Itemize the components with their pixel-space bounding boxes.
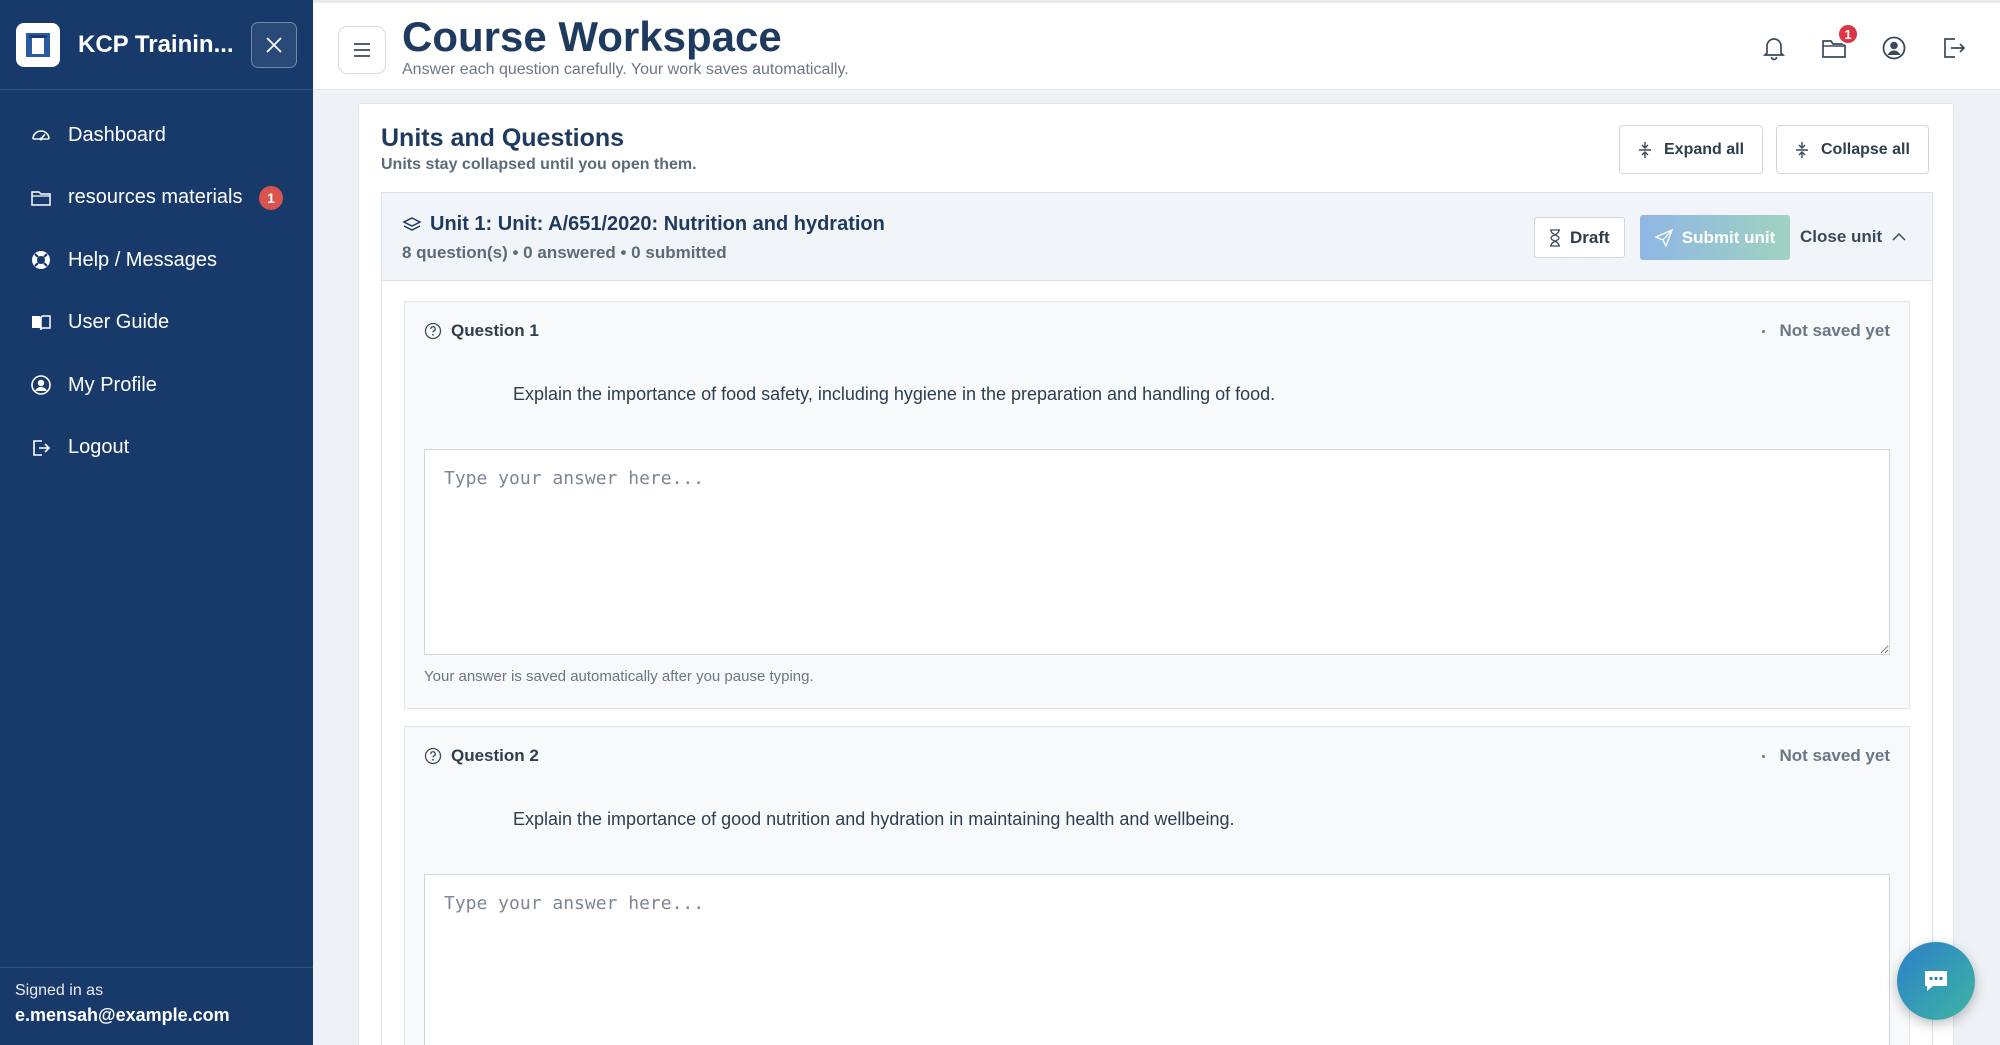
logout-icon xyxy=(1944,38,1966,58)
question-header: Question 1 xyxy=(424,321,539,341)
question-circle-icon xyxy=(424,747,442,765)
folder-badge: 1 xyxy=(1837,23,1859,45)
collapse-icon xyxy=(1795,141,1809,159)
hamburger-icon xyxy=(354,43,370,57)
sidebar-item-user-guide[interactable]: User Guide xyxy=(0,292,313,355)
draft-label: Draft xyxy=(1570,227,1610,247)
sidebar-item-resources[interactable]: resources materials 1 xyxy=(0,167,313,230)
chevron-up-icon xyxy=(1892,232,1906,242)
sidebar: KCP Trainin... Dashboard resources mater… xyxy=(0,0,313,1045)
save-status-text: Not saved yet xyxy=(1779,746,1890,765)
brand-name[interactable]: KCP Trainin... xyxy=(78,31,238,59)
sidebar-nav: Dashboard resources materials 1 Help / M… xyxy=(0,90,313,479)
save-status: Not saved yet xyxy=(1762,321,1890,341)
save-status-text: Not saved yet xyxy=(1779,321,1890,340)
menu-toggle-button[interactable] xyxy=(338,26,386,74)
submit-unit-button[interactable]: Submit unit xyxy=(1640,215,1790,260)
panel-subtitle: Units stay collapsed until you open them… xyxy=(381,156,697,173)
question-card: Question 1 Not saved yet Explain the imp… xyxy=(404,301,1910,709)
close-sidebar-button[interactable] xyxy=(251,21,297,68)
collapse-all-label: Collapse all xyxy=(1821,140,1910,158)
sidebar-item-label: Help / Messages xyxy=(68,248,217,271)
sidebar-item-label: Logout xyxy=(68,436,130,459)
folder-icon xyxy=(30,187,52,209)
sidebar-item-dashboard[interactable]: Dashboard xyxy=(0,104,313,167)
lifebuoy-icon xyxy=(30,249,52,271)
save-status: Not saved yet xyxy=(1762,746,1890,766)
question-card: Question 2 Not saved yet Explain the imp… xyxy=(404,726,1910,1045)
question-header: Question 2 xyxy=(424,746,539,766)
unit-header[interactable]: Unit 1: Unit: A/651/2020: Nutrition and … xyxy=(382,193,1932,281)
page-subtitle: Answer each question carefully. Your wor… xyxy=(402,61,849,78)
signed-in-label: Signed in as xyxy=(15,982,104,999)
question-label: Question 1 xyxy=(451,321,539,340)
sidebar-item-my-profile[interactable]: My Profile xyxy=(0,354,313,417)
sidebar-header: KCP Trainin... xyxy=(0,0,313,90)
units-panel: Units and Questions Units stay collapsed… xyxy=(358,103,1954,1045)
page-title: Course Workspace xyxy=(402,13,782,60)
sidebar-item-label: My Profile xyxy=(68,373,157,396)
status-dot xyxy=(1762,329,1766,333)
sidebar-item-label: Dashboard xyxy=(68,123,166,146)
hourglass-icon xyxy=(1549,228,1561,247)
signed-in-footer: Signed in as e.mensah@example.com xyxy=(0,967,313,1045)
expand-icon xyxy=(1638,141,1652,159)
unit-meta: 8 question(s) • 0 answered • 0 submitted xyxy=(402,243,727,262)
close-unit-label: Close unit xyxy=(1800,227,1883,246)
collapse-all-button[interactable]: Collapse all xyxy=(1776,125,1929,174)
chat-bubble-icon xyxy=(1925,971,1947,991)
sidebar-item-label: User Guide xyxy=(68,311,170,334)
close-unit-button[interactable]: Close unit xyxy=(1800,227,1906,247)
signed-in-email: e.mensah@example.com xyxy=(15,1005,230,1025)
answer-textarea[interactable] xyxy=(424,874,1890,1045)
user-circle-icon xyxy=(30,374,52,396)
unit-title: Unit 1: Unit: A/651/2020: Nutrition and … xyxy=(402,213,885,236)
draft-status-button[interactable]: Draft xyxy=(1534,217,1625,258)
sidebar-item-logout[interactable]: Logout xyxy=(0,417,313,480)
close-icon xyxy=(266,36,282,53)
status-dot xyxy=(1762,754,1766,758)
send-icon xyxy=(1654,228,1673,247)
submit-unit-label: Submit unit xyxy=(1681,227,1776,247)
folder-button[interactable]: 1 xyxy=(1819,23,1859,63)
question-label: Question 2 xyxy=(451,746,539,765)
sidebar-item-help[interactable]: Help / Messages xyxy=(0,229,313,292)
brand-logo[interactable] xyxy=(16,22,60,67)
unit-card: Unit 1: Unit: A/651/2020: Nutrition and … xyxy=(381,192,1933,1045)
notifications-button[interactable] xyxy=(1759,33,1789,63)
question-text: Explain the importance of food safety, i… xyxy=(513,384,1276,404)
top-header: Course Workspace Answer each question ca… xyxy=(313,0,2000,90)
book-icon xyxy=(30,312,52,334)
logout-icon xyxy=(30,437,52,459)
autosave-help-text: Your answer is saved automatically after… xyxy=(424,668,814,685)
expand-all-button[interactable]: Expand all xyxy=(1619,125,1764,174)
logout-button[interactable] xyxy=(1939,33,1969,63)
profile-button[interactable] xyxy=(1879,33,1909,63)
question-text: Explain the importance of good nutrition… xyxy=(513,809,1235,829)
chat-launcher-button[interactable] xyxy=(1897,942,1975,1020)
sidebar-item-label: resources materials xyxy=(68,186,243,209)
gauge-icon xyxy=(30,124,52,146)
user-circle-icon xyxy=(1882,36,1906,60)
answer-textarea[interactable] xyxy=(424,449,1890,655)
panel-title: Units and Questions xyxy=(381,124,625,152)
resources-badge: 1 xyxy=(259,185,283,210)
layers-icon xyxy=(402,216,422,234)
expand-all-label: Expand all xyxy=(1664,140,1745,158)
bell-icon xyxy=(1762,38,1786,61)
unit-title-text: Unit 1: Unit: A/651/2020: Nutrition and … xyxy=(430,213,885,235)
question-circle-icon xyxy=(424,322,442,340)
